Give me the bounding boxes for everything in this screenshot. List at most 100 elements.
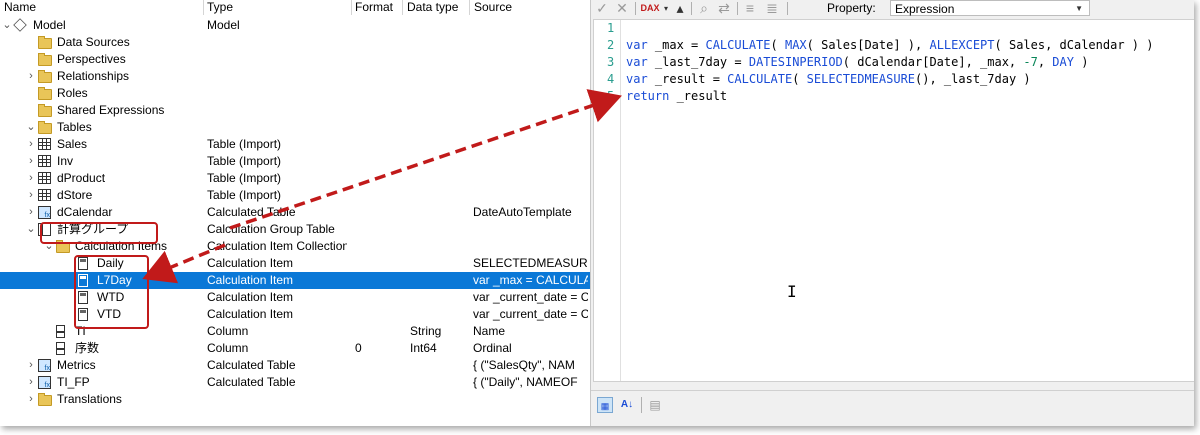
tree-row-name: Translations — [57, 392, 122, 406]
dax-format-icon[interactable]: DAX — [639, 0, 661, 17]
code-line[interactable] — [626, 20, 1153, 37]
dropdown-icon[interactable]: ▾ — [661, 0, 671, 17]
calculated-table-icon — [38, 376, 51, 389]
tree-row-datatype — [410, 272, 470, 289]
chevron-down-icon[interactable]: ⌄ — [26, 119, 36, 136]
column-header-datatype[interactable]: Data type — [407, 0, 458, 15]
editor-toolbar: ✓ ✕ DAX ▾ ▴ ⌕ ⇄ ≡ ≣ Property: Expression… — [591, 0, 1194, 17]
tree-row[interactable]: › Translations — [0, 391, 590, 408]
tree-row-type: Table (Import) — [207, 188, 282, 202]
tree-row-source — [473, 187, 588, 204]
calculated-table-icon — [38, 359, 51, 372]
tree-row-source — [473, 85, 588, 102]
column-header-name[interactable]: Name — [4, 0, 36, 15]
property-select[interactable]: Expression ▼ — [890, 0, 1090, 16]
tree-row-type — [207, 119, 347, 136]
chevron-right-icon[interactable]: › — [26, 357, 36, 374]
chevron-right-icon[interactable]: › — [26, 204, 36, 221]
deploy-icon[interactable]: ▴ — [673, 0, 687, 17]
column-icon — [56, 325, 65, 338]
code-lines[interactable]: var _max = CALCULATE( MAX( Sales[Date] )… — [626, 20, 1153, 105]
tree-row[interactable]: › TI_FP Calculated Table { ("Daily", NAMEOF — [0, 374, 590, 391]
tree-row-type — [207, 51, 347, 68]
tree-row-format — [355, 153, 405, 170]
tree-row-name: dCalendar — [57, 205, 113, 219]
highlight-box-calculation-group — [40, 222, 158, 244]
tree-row-format — [355, 136, 405, 153]
sort-alphabetical-icon[interactable]: A↓ — [619, 397, 635, 413]
tree-row[interactable]: › Sales Table (Import) — [0, 136, 590, 153]
tree-row-name: dProduct — [57, 171, 106, 185]
property-pages-icon[interactable]: ▤ — [647, 397, 663, 413]
code-line[interactable]: var _max = CALCULATE( MAX( Sales[Date] )… — [626, 37, 1153, 54]
code-line[interactable]: var _result = CALCULATE( SELECTEDMEASURE… — [626, 71, 1153, 88]
outdent-icon[interactable]: ≣ — [763, 0, 781, 17]
tree-row[interactable]: › dProduct Table (Import) — [0, 170, 590, 187]
tree-row-name: 序数 — [75, 341, 100, 355]
tree-row-name: Model — [33, 18, 66, 32]
tree-row-format — [355, 34, 405, 51]
model-tree-panel: Name Type Format Data type Source ⌄ Model… — [0, 0, 590, 426]
tree-row[interactable]: Data Sources — [0, 34, 590, 51]
tree-row-format — [355, 187, 405, 204]
code-line[interactable]: return _result — [626, 88, 1153, 105]
tree-row[interactable]: › dStore Table (Import) — [0, 187, 590, 204]
chevron-down-icon[interactable]: ⌄ — [2, 17, 12, 34]
tree-row-type — [207, 85, 347, 102]
tree-row[interactable]: 序数 Column 0 Int64 Ordinal — [0, 340, 590, 357]
tree-header: Name Type Format Data type Source — [0, 0, 590, 15]
chevron-right-icon[interactable]: › — [26, 153, 36, 170]
code-editor[interactable]: 1 2 3 4 5 var _max = CALCULATE( MAX( Sales[D… — [593, 19, 1194, 382]
tree-row-type: Calculated Table — [207, 205, 296, 219]
tree-row[interactable]: › dCalendar Calculated Table DateAutoTempla… — [0, 204, 590, 221]
tree-row[interactable]: › Metrics Calculated Table { ("SalesQty", N… — [0, 357, 590, 374]
tree-row[interactable]: Shared Expressions — [0, 102, 590, 119]
tree-row-format — [355, 255, 405, 272]
column-header-source[interactable]: Source — [474, 0, 512, 15]
tree-row[interactable]: Perspectives — [0, 51, 590, 68]
indent-icon[interactable]: ≡ — [741, 0, 759, 17]
chevron-right-icon[interactable]: › — [26, 391, 36, 408]
cube-icon — [13, 18, 27, 32]
chevron-right-icon[interactable]: › — [26, 136, 36, 153]
tree-row[interactable]: › Relationships — [0, 68, 590, 85]
chevron-right-icon[interactable]: › — [26, 374, 36, 391]
categorized-icon[interactable]: ▦ — [597, 397, 613, 413]
tree-row-datatype — [410, 51, 470, 68]
tree-row-source — [473, 51, 588, 68]
tree-row-type: Table (Import) — [207, 171, 282, 185]
tree-row[interactable]: ⌄ Tables — [0, 119, 590, 136]
tree-row[interactable]: ⌄ Model Model — [0, 17, 590, 34]
tree-row-type: Model — [207, 18, 240, 32]
tree-row-name: Perspectives — [57, 52, 126, 66]
code-line[interactable]: var _last_7day = DATESINPERIOD( dCalenda… — [626, 54, 1153, 71]
find-icon[interactable]: ⌕ — [695, 0, 713, 17]
tree-row-datatype — [410, 391, 470, 408]
tree-row-datatype — [410, 357, 470, 374]
tree-row[interactable]: Roles — [0, 85, 590, 102]
tree-row-source — [473, 68, 588, 85]
replace-icon[interactable]: ⇄ — [715, 0, 733, 17]
tree-row-type — [207, 34, 347, 51]
column-header-type[interactable]: Type — [207, 0, 233, 15]
accept-icon[interactable]: ✓ — [593, 0, 611, 17]
chevron-right-icon[interactable]: › — [26, 170, 36, 187]
tree-row-source — [473, 17, 588, 34]
tree-row-source: Name — [473, 324, 506, 338]
tree-row-name: Data Sources — [57, 35, 130, 49]
tree-row-name: Metrics — [57, 358, 96, 372]
chevron-down-icon[interactable]: ⌄ — [26, 221, 36, 238]
tree-row-format — [355, 289, 405, 306]
tree-row-format — [355, 238, 405, 255]
folder-icon — [38, 104, 52, 117]
tree-row-format — [355, 323, 405, 340]
cancel-icon[interactable]: ✕ — [613, 0, 631, 17]
column-header-format[interactable]: Format — [355, 0, 393, 15]
chevron-right-icon[interactable]: › — [26, 187, 36, 204]
tree-row-source: DateAutoTemplate — [473, 205, 572, 219]
tree-row[interactable]: › Inv Table (Import) — [0, 153, 590, 170]
tree-row-datatype — [410, 289, 470, 306]
chevron-right-icon[interactable]: › — [26, 68, 36, 85]
chevron-down-icon: ▼ — [1075, 4, 1083, 13]
folder-icon — [38, 87, 52, 100]
